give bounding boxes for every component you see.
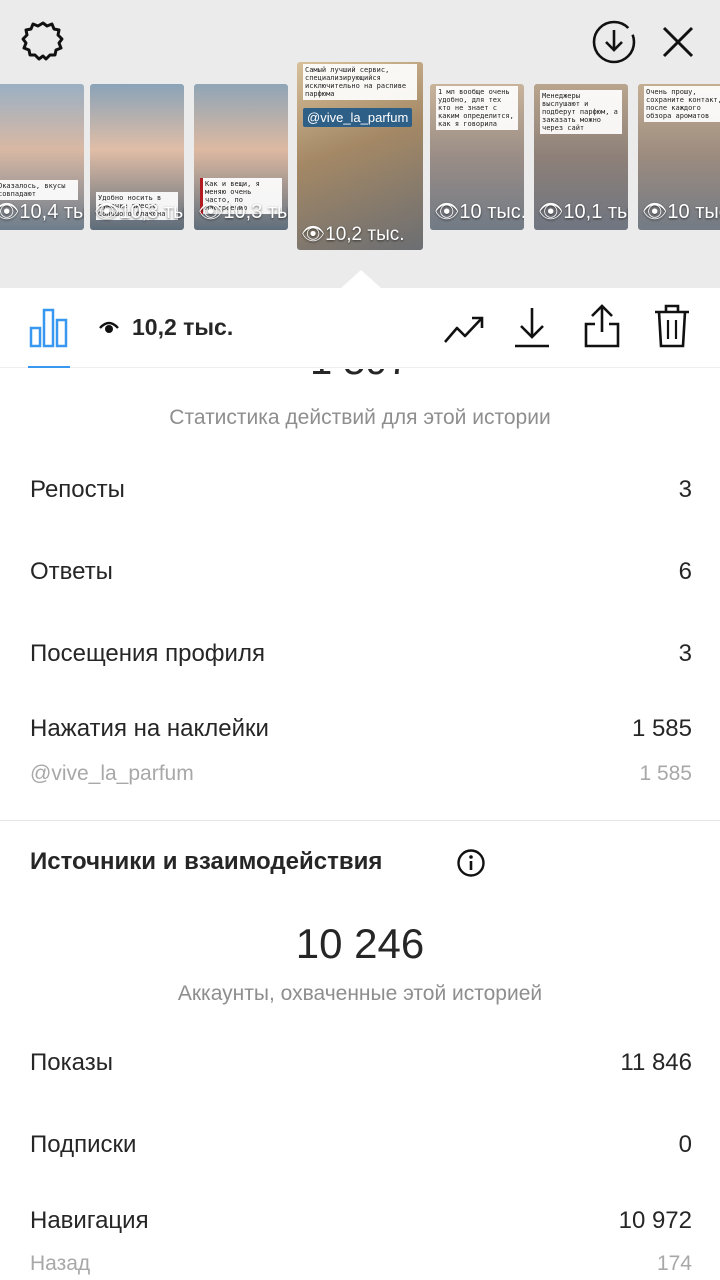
info-icon[interactable] [456, 848, 486, 878]
stat-label: Посещения профиля [30, 640, 265, 667]
stat-value: 3 [678, 640, 692, 667]
story-views: 👁10,2 тыс. [301, 224, 405, 245]
stat-value: 6 [678, 558, 692, 585]
stat-label: Показы [30, 1049, 113, 1076]
section-divider [0, 820, 720, 821]
story-caption: Очень прошу, сохраните контакт, после ка… [644, 86, 720, 122]
stat-label: Репосты [30, 476, 125, 503]
story-views: 👁10,3 тыс. [94, 201, 184, 223]
stat-label: @vive_la_parfum [30, 762, 194, 785]
active-tab-indicator [28, 366, 70, 368]
bar-chart-icon[interactable] [28, 306, 70, 348]
story-thumbnail[interactable]: 1 мл вообще очень удобно, для тех кто не… [430, 84, 524, 230]
stat-row-navigation: Навигация 10 972 [30, 1207, 692, 1241]
eye-icon [99, 321, 119, 333]
story-caption: Самый лучший сервис, специализирующийся … [303, 64, 417, 100]
actions-total: 1 597 [0, 369, 720, 385]
download-icon[interactable] [512, 304, 552, 350]
stat-row-back: Назад 174 [30, 1252, 692, 1280]
views-count: 10,2 тыс. [132, 314, 234, 340]
story-thumbnail[interactable]: Оказалось, вкусы совпадают 👁10,4 тыс. [0, 84, 84, 230]
reach-count: 10 246 [295, 920, 425, 967]
stat-row-follows: Подписки 0 [30, 1131, 692, 1165]
selected-pointer [341, 270, 381, 288]
story-views: 👁10,4 тыс. [0, 201, 84, 223]
stat-value: 174 [656, 1252, 692, 1275]
story-mention-tag: @vive_la_parfum [303, 108, 413, 127]
gear-icon[interactable] [20, 18, 66, 64]
actions-subtitle: Статистика действий для этой истории [169, 406, 551, 429]
stat-value: 10 972 [618, 1207, 692, 1234]
stat-value: 1 585 [639, 762, 692, 785]
story-caption: Оказалось, вкусы совпадают [0, 180, 78, 200]
stat-row-sticker-mention: @vive_la_parfum 1 585 [30, 762, 692, 796]
story-views: 👁10 тыс. [642, 201, 720, 223]
stat-value: 0 [678, 1131, 692, 1158]
story-thumbnail[interactable]: Удобно носить в сумочке вместо большого … [90, 84, 184, 230]
trending-icon[interactable] [442, 308, 486, 348]
story-caption: Менеджеры выслушают и подберут парфюм, а… [540, 90, 622, 134]
download-circle-icon[interactable] [590, 18, 638, 66]
story-thumbnail-selected[interactable]: Самый лучший сервис, специализирующийся … [297, 62, 423, 250]
stat-label: Нажатия на наклейки [30, 715, 269, 742]
stat-value: 1 585 [631, 715, 692, 742]
stat-label: Навигация [30, 1207, 149, 1234]
story-views: 👁10 тыс. [434, 201, 524, 223]
story-thumbnail[interactable]: Очень прошу, сохраните контакт, после ка… [638, 84, 720, 230]
story-thumbnail[interactable]: Как и вещи, я меняю очень часто, по наст… [194, 84, 288, 230]
stat-label: Назад [30, 1252, 91, 1275]
stat-row-sticker-taps: Нажатия на наклейки 1 585 [30, 715, 692, 749]
stat-label: Подписки [30, 1131, 137, 1158]
stat-row-profile-visits: Посещения профиля 3 [30, 640, 692, 674]
stat-value: 11 846 [620, 1049, 692, 1076]
close-icon[interactable] [656, 20, 700, 64]
stat-row-replies: Ответы 6 [30, 558, 692, 592]
stat-row-impressions: Показы 11 846 [30, 1049, 692, 1083]
stories-strip: Оказалось, вкусы совпадают 👁10,4 тыс. Уд… [0, 0, 720, 288]
stat-value: 3 [678, 476, 692, 503]
reach-label: Аккаунты, охваченные этой историей [177, 982, 543, 1005]
stat-row-reposts: Репосты 3 [30, 476, 692, 510]
insights-toolbar: 10,2 тыс. [0, 288, 720, 368]
story-views: 👁10,3 тыс. [198, 201, 288, 223]
story-views: 👁10,1 тыс. [538, 201, 628, 223]
discovery-title: Источники и взаимодействия [30, 848, 383, 875]
trash-icon[interactable] [652, 302, 692, 350]
story-caption: 1 мл вообще очень удобно, для тех кто не… [436, 86, 518, 130]
share-icon[interactable] [582, 302, 622, 350]
stat-label: Ответы [30, 558, 113, 585]
story-thumbnail[interactable]: Менеджеры выслушают и подберут парфюм, а… [534, 84, 628, 230]
